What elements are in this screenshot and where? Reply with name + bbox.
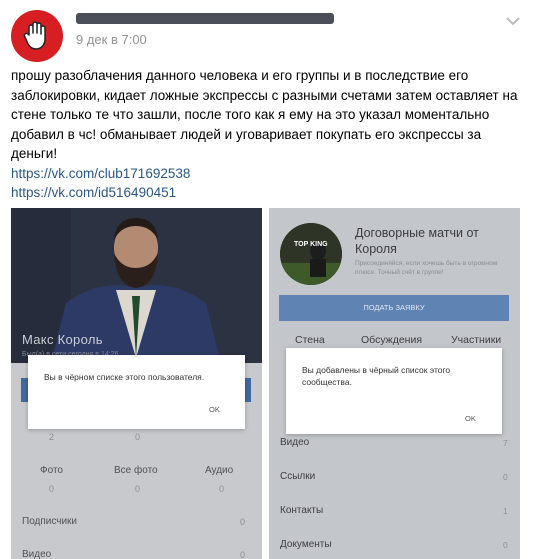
author-avatar[interactable] [11, 10, 63, 62]
dialog-ok-button[interactable]: OK [465, 414, 476, 423]
post-body: прошу разоблачения данного человека и ег… [11, 66, 523, 203]
row-count: 0 [240, 550, 246, 559]
dialog-message: Вы в чёрном списке этого пользователя. [44, 372, 205, 382]
blacklist-dialog: Вы в чёрном списке этого пользователя. O… [28, 355, 245, 429]
group-title: Договорные матчи от Короля [355, 226, 479, 256]
post-text: прошу разоблачения данного человека и ег… [11, 68, 518, 161]
stat-count: 2 [49, 432, 55, 442]
tab-members[interactable]: Участники [451, 334, 501, 346]
profile-name: Макс Король [22, 332, 103, 347]
media-tab-audio[interactable]: Аудио [205, 465, 233, 476]
post-link-profile[interactable]: https://vk.com/id516490451 [11, 183, 523, 203]
attached-screenshot-group[interactable]: TOP KING Договорные матчи от Короля Прис… [269, 208, 520, 559]
row-count: 0 [503, 540, 508, 550]
group-avatar: TOP KING [280, 223, 342, 285]
stop-hand-icon [23, 21, 46, 50]
media-count: 0 [49, 484, 55, 494]
row-count: 7 [503, 438, 508, 448]
row-video[interactable]: Видео [280, 437, 309, 448]
dialog-ok-button[interactable]: OK [209, 405, 220, 414]
row-count: 1 [503, 506, 508, 516]
row-documents[interactable]: Документы [280, 539, 332, 550]
profile-photo: Макс Король Был(а) в сети сегодня в 14:2… [11, 208, 262, 363]
group-avatar-image [280, 223, 342, 285]
stat-count: 0 [135, 432, 141, 442]
tab-discussions[interactable]: Обсуждения [361, 334, 422, 346]
media-tab-photo[interactable]: Фото [40, 465, 63, 476]
author-name-redacted[interactable]: ███████████████████████████ [76, 13, 334, 24]
row-links[interactable]: Ссылки [280, 471, 315, 482]
media-count: 0 [135, 484, 141, 494]
row-contacts[interactable]: Контакты [280, 505, 323, 516]
post-date[interactable]: 9 дек в 7:00 [76, 32, 147, 47]
tab-wall[interactable]: Стена [295, 334, 325, 346]
group-badge: TOP KING [294, 241, 328, 248]
media-tab-all-photos[interactable]: Все фото [114, 465, 158, 476]
dialog-message: Вы добавлены в чёрный список этого сообщ… [302, 365, 451, 387]
chevron-down-icon[interactable] [505, 16, 521, 26]
blacklist-dialog: Вы добавлены в чёрный список этого сообщ… [286, 348, 502, 434]
post-link-club[interactable]: https://vk.com/club171692538 [11, 164, 523, 184]
group-description: Присоединяйся, если хочешь быть в огромн… [355, 260, 498, 276]
row-count: 0 [240, 517, 246, 527]
join-request-button[interactable]: ПОДАТЬ ЗАЯВКУ [279, 295, 509, 321]
media-count: 0 [219, 484, 225, 494]
row-video[interactable]: Видео [22, 549, 51, 559]
attached-screenshot-profile[interactable]: Макс Король Был(а) в сети сегодня в 14:2… [11, 208, 262, 559]
row-subscribers[interactable]: Подписчики [22, 516, 77, 527]
row-count: 0 [503, 472, 508, 482]
